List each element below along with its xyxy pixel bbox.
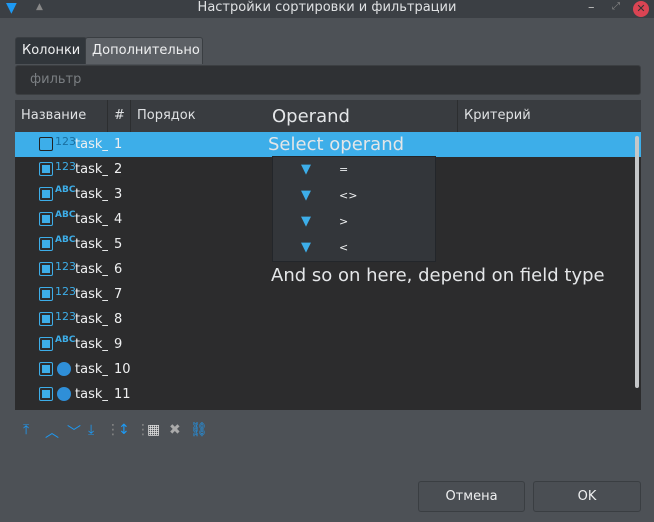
datetime-type-icon: [57, 362, 71, 376]
column-number: 7: [114, 287, 123, 302]
number-type-icon: 123: [55, 160, 76, 173]
number-type-icon: 123: [55, 260, 76, 273]
column-checkbox[interactable]: [39, 162, 53, 176]
note-annotation: And so on here, depend on field type: [271, 265, 605, 286]
column-number: 5: [114, 237, 123, 252]
column-name: task_s: [75, 362, 108, 377]
number-type-icon: 123: [55, 135, 76, 148]
column-number: 11: [114, 387, 131, 402]
operand-label: >: [339, 215, 349, 228]
window-title: Настройки сортировки и фильтрации: [197, 0, 457, 15]
column-name: task_i: [75, 137, 108, 152]
column-name: task_p: [75, 262, 108, 277]
table-row[interactable]: ABCtask_n 9: [15, 332, 641, 357]
table-row[interactable]: task_s 10: [15, 357, 641, 382]
move-bottom-icon[interactable]: ⤓: [88, 422, 94, 438]
move-up-icon[interactable]: ︿: [45, 422, 59, 442]
column-number: 4: [114, 212, 123, 227]
tab-advanced[interactable]: Дополнительно: [85, 37, 203, 64]
operand-dropdown: ▼ = ▼ <> ▼ > ▼ <: [272, 156, 436, 262]
number-type-icon: 123: [55, 285, 76, 298]
datetime-type-icon: [57, 387, 71, 401]
column-name: task_d: [75, 237, 108, 252]
filter-icon: ▼: [301, 240, 311, 255]
column-name: task_v: [75, 287, 108, 302]
column-checkbox[interactable]: [39, 262, 53, 276]
clear-icon[interactable]: ✖: [169, 422, 181, 438]
header-name[interactable]: Название: [15, 100, 108, 132]
operand-option[interactable]: ▼ =: [273, 157, 437, 182]
column-number: 2: [114, 162, 123, 177]
column-checkbox[interactable]: [39, 387, 53, 401]
title-bar: ▼ ▲ Настройки сортировки и фильтрации – …: [0, 0, 654, 18]
text-type-icon: ABC: [55, 335, 76, 345]
header-criteria[interactable]: Критерий: [458, 100, 641, 132]
select-operand-annotation: Select operand: [268, 134, 405, 155]
maximize-button[interactable]: ⤢: [612, 1, 620, 12]
column-checkbox[interactable]: [39, 237, 53, 251]
filter-icon: ▼: [301, 162, 311, 177]
table-row[interactable]: task_c 11: [15, 382, 641, 407]
table-row[interactable]: 123task_s 8: [15, 307, 641, 332]
operand-option[interactable]: ▼ >: [273, 209, 437, 234]
column-number: 6: [114, 262, 123, 277]
table-icon[interactable]: ▦: [147, 422, 160, 438]
filter-icon: ▼: [301, 188, 311, 203]
column-number: 10: [114, 362, 131, 377]
column-number: 9: [114, 337, 123, 352]
move-top-icon[interactable]: ⤒: [23, 422, 29, 438]
operand-label: <>: [339, 189, 358, 202]
column-checkbox[interactable]: [39, 212, 53, 226]
sort-icon[interactable]: ↕: [118, 422, 130, 438]
column-number: 3: [114, 187, 123, 202]
column-name: task_s: [75, 312, 108, 327]
text-type-icon: ABC: [55, 185, 76, 195]
operand-annotation: Operand: [272, 106, 350, 127]
operand-option[interactable]: ▼ <>: [273, 183, 437, 208]
cancel-button[interactable]: Отмена: [418, 481, 525, 512]
link-icon[interactable]: ⛓: [190, 422, 208, 438]
scrollbar[interactable]: [635, 136, 639, 388]
column-number: 1: [114, 137, 123, 152]
ok-button[interactable]: OK: [533, 481, 641, 512]
column-checkbox[interactable]: [39, 287, 53, 301]
minimize-button[interactable]: –: [588, 0, 595, 15]
text-type-icon: ABC: [55, 235, 76, 245]
column-name: task_v: [75, 212, 108, 227]
close-button[interactable]: ✕: [633, 1, 649, 17]
filter-input[interactable]: фильтр: [15, 65, 641, 95]
filter-icon: ▼: [301, 214, 311, 229]
header-number[interactable]: #: [108, 100, 131, 132]
column-checkbox[interactable]: [39, 187, 53, 201]
column-name: task_c: [75, 387, 108, 402]
operand-option[interactable]: ▼ <: [273, 235, 437, 260]
operand-label: <: [339, 241, 349, 254]
column-name: task_p: [75, 162, 108, 177]
move-down-icon[interactable]: ﹀: [67, 422, 81, 442]
text-type-icon: ABC: [55, 210, 76, 220]
tab-columns[interactable]: Колонки: [15, 37, 88, 64]
column-name: task_n: [75, 337, 108, 352]
column-checkbox[interactable]: [39, 362, 53, 376]
column-name: task_t: [75, 187, 108, 202]
column-number: 8: [114, 312, 123, 327]
column-checkbox[interactable]: [39, 312, 53, 326]
column-checkbox[interactable]: [39, 337, 53, 351]
number-type-icon: 123: [55, 310, 76, 323]
operand-label: =: [339, 163, 349, 176]
column-checkbox[interactable]: [39, 137, 53, 151]
